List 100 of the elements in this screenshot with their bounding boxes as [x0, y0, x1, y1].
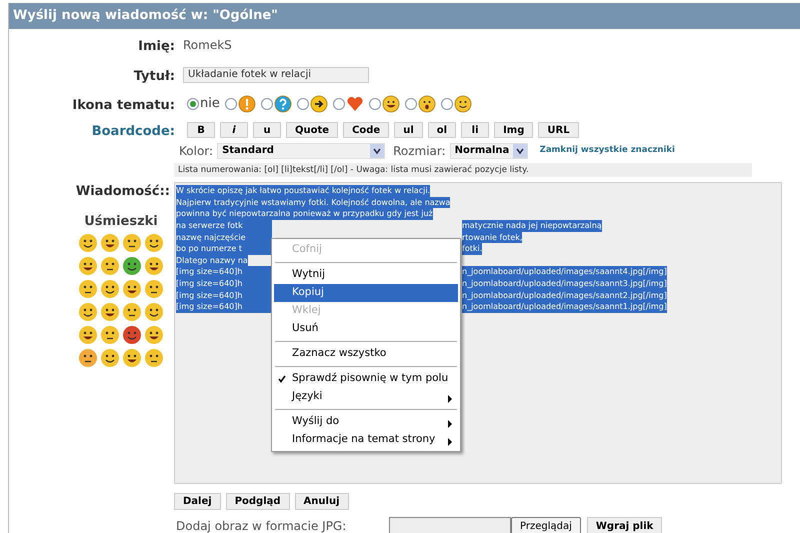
check-icon [278, 375, 286, 384]
format-button[interactable]: Img [494, 122, 534, 138]
form-button[interactable]: Podgląd [226, 493, 290, 510]
selected-text: [img size=640]h [176, 266, 272, 278]
form-button[interactable]: Dalej [174, 493, 221, 510]
menu-item[interactable]: Języki [274, 388, 458, 406]
format-button[interactable]: Code [343, 122, 390, 138]
smiley-icon[interactable] [144, 325, 164, 346]
selected-text: n_joomlaboard/uploaded/images/saannt3.jpg[/img] [462, 278, 667, 290]
browse-button[interactable]: Przeglądaj [511, 517, 581, 533]
smiley-icon[interactable] [122, 256, 142, 276]
hint-bar: Lista numerowania: [ol] [li]tekst[/li] [/ol] - Uwaga: lista musi zawierać pozycje listy. [174, 162, 752, 178]
selected-text: na serwerze fotk [176, 220, 272, 232]
menu-item[interactable]: Informacje na temat strony [274, 431, 458, 450]
field-label: Imię: [138, 38, 175, 54]
format-button[interactable]: Quote [286, 122, 338, 138]
smiley-icon[interactable] [144, 348, 164, 368]
menu-item[interactable]: Sprawdź pisownię w tym polu [274, 370, 458, 388]
message-textarea[interactable] [174, 182, 782, 484]
smiley-icon[interactable] [144, 302, 164, 322]
submenu-arrow-icon [448, 395, 452, 404]
radio-button[interactable] [187, 98, 199, 110]
format-button[interactable]: ol [428, 122, 456, 138]
file-field[interactable] [389, 517, 511, 533]
selected-text: [img size=640]h [176, 278, 272, 290]
smiley-icon[interactable] [122, 325, 142, 346]
selected-text: matycznie nada jej niepowtarzalną [462, 220, 602, 232]
submenu-arrow-icon [448, 420, 452, 428]
selected-text: powinna być niepowtarzalna ponieważ w przypadku gdy jest już [176, 208, 433, 220]
color-select[interactable]: Standard [217, 142, 386, 158]
format-button[interactable]: URL [538, 122, 579, 138]
radio-button[interactable] [332, 98, 345, 110]
smiley-icon[interactable] [78, 256, 98, 276]
color-label: Kolor: [179, 142, 214, 160]
help-icon [274, 94, 292, 112]
submenu-arrow-icon [448, 438, 452, 446]
smiley-icon[interactable] [144, 233, 164, 254]
selected-text: [img size=640]h [176, 290, 272, 302]
selected-text: Dlatego nazwy na [176, 254, 248, 266]
grin-icon [382, 94, 400, 112]
menu-item[interactable]: Wyślij do [274, 413, 458, 432]
menu-item[interactable]: Zaznacz wszystko [274, 345, 458, 364]
smiley-icon[interactable] [122, 233, 142, 254]
format-button[interactable]: B [187, 122, 215, 138]
smiley-icon[interactable] [100, 256, 120, 276]
smiley-icon[interactable] [78, 302, 98, 322]
smiley-icon[interactable] [100, 279, 120, 300]
format-button[interactable]: u [253, 122, 281, 138]
smiley-icon[interactable] [122, 302, 142, 322]
smiley-icon[interactable] [144, 279, 164, 300]
size-select[interactable]: Normalna [450, 142, 528, 158]
surprised-face-icon [418, 94, 436, 112]
smiley-icon[interactable] [100, 325, 120, 346]
selected-text: fotki. [462, 243, 482, 255]
title-field[interactable]: Układanie fotek w relacji [183, 66, 369, 82]
heart-icon [346, 94, 364, 112]
radio-button[interactable] [224, 98, 237, 110]
selected-text: [img size=640]h [176, 301, 272, 313]
upload-label: Dodaj obraz w formacie JPG: [176, 518, 348, 533]
smiley-icon[interactable] [122, 348, 142, 368]
smiley-icon[interactable] [78, 325, 98, 346]
author-name: RomekS [183, 36, 232, 54]
smiley-icon[interactable] [78, 348, 98, 368]
selected-text: W skrócie opiszę jak łatwo poustawiać kolejność fotek w relacji. [176, 185, 430, 197]
menu-item[interactable]: Wytnij [274, 266, 458, 284]
field-label: Tytuł: [134, 68, 175, 84]
selected-text: n_joomlaboard/uploaded/images/saannt4.jpg[/img] [462, 266, 667, 278]
selected-text: nazwę najczęście [176, 232, 272, 244]
form-header: Wyślij nową wiadomość w: "Ogólne" [9, 3, 800, 28]
format-button[interactable]: ul [394, 122, 423, 138]
format-button[interactable]: i [220, 122, 248, 138]
radio-button[interactable] [440, 98, 453, 110]
field-label: Wiadomość:: [76, 183, 170, 202]
radio-button[interactable] [260, 98, 273, 110]
menu-item[interactable]: Kopiuj [274, 284, 458, 302]
radio-button[interactable] [404, 98, 417, 110]
selected-text: Najpierw tradycyjnie wstawiamy fotki. Kolejność dowolna, ale nazwa [176, 196, 450, 208]
smiley-icon[interactable] [122, 279, 142, 300]
upload-button[interactable]: Wgraj plik [586, 517, 662, 533]
smiley-icon [454, 94, 472, 112]
size-label: Rozmiar: [393, 142, 446, 160]
selected-text: n_joomlaboard/uploaded/images/saannt1.jpg[/img] [462, 301, 667, 313]
radio-button[interactable] [296, 98, 309, 110]
warning-icon [238, 94, 256, 112]
selected-text: bo po numerze t [176, 243, 272, 255]
smiley-icon[interactable] [100, 233, 120, 254]
close-tags-link[interactable]: Zamknij wszystkie znaczniki [540, 144, 675, 157]
smiley-icon[interactable] [100, 348, 120, 368]
menu-item[interactable]: Usuń [274, 320, 458, 338]
smiley-icon[interactable] [78, 233, 98, 254]
smileys-title: Uśmieszki [84, 212, 158, 231]
radio-button[interactable] [368, 98, 381, 110]
selected-text: n_joomlaboard/uploaded/images/saannt2.jpg[/img] [462, 290, 667, 302]
form-button[interactable]: Anuluj [294, 493, 348, 510]
smiley-icon[interactable] [78, 279, 98, 300]
format-button[interactable]: li [461, 122, 490, 138]
field-label: Ikona tematu: [72, 98, 175, 112]
smiley-icon[interactable] [144, 256, 164, 276]
boardcode-label: Boardcode: [92, 124, 175, 138]
smiley-icon[interactable] [100, 302, 120, 322]
